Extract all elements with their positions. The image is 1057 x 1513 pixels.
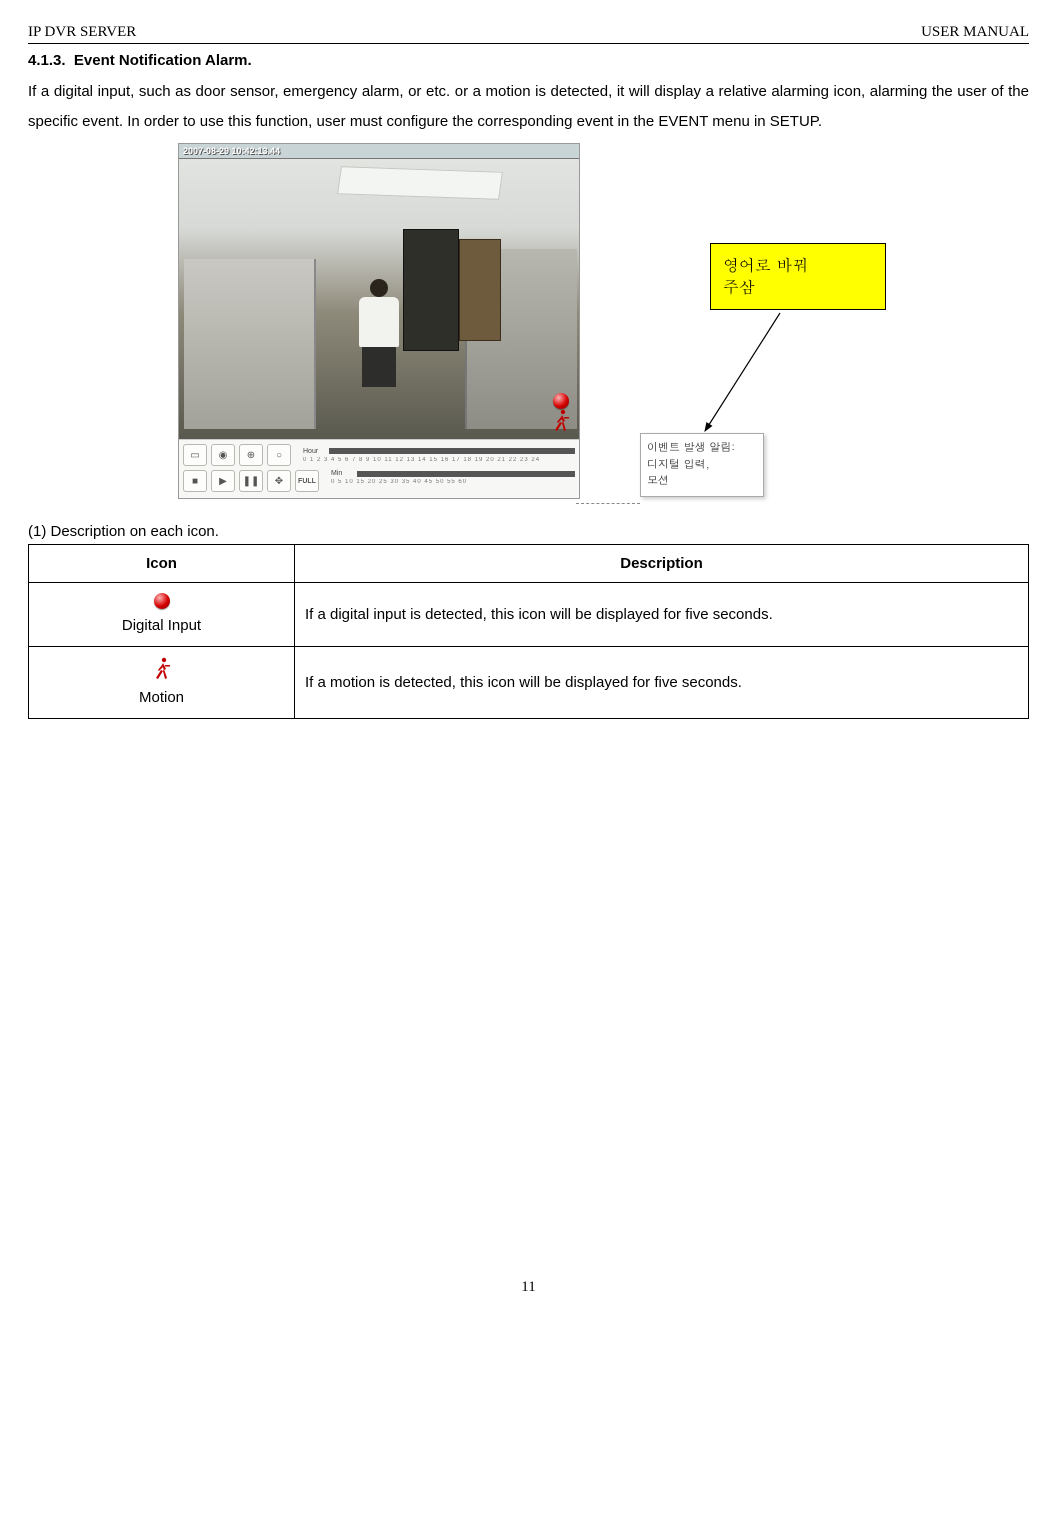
sticky-line2: 주삼 bbox=[723, 276, 873, 298]
tooltip-line2: 디지털 입력, bbox=[647, 457, 757, 474]
tooltip-line3: 모션 bbox=[647, 473, 757, 490]
tooltip-line1: 이벤트 발생 알림: bbox=[647, 440, 757, 457]
desc-cell: If a digital input is detected, this ico… bbox=[295, 583, 1029, 647]
section-title: Event Notification Alarm. bbox=[74, 52, 252, 69]
camera-icon[interactable]: ▭ bbox=[183, 444, 207, 466]
arrow-line bbox=[650, 303, 810, 443]
icon-cell-motion: Motion bbox=[29, 647, 295, 719]
header-right: USER MANUAL bbox=[921, 24, 1029, 41]
min-ticks: 0 5 10 15 20 25 30 35 40 45 50 55 60 bbox=[331, 479, 575, 485]
min-label: Min bbox=[331, 470, 353, 477]
motion-icon bbox=[551, 409, 571, 433]
full-button[interactable]: FULL bbox=[295, 470, 319, 492]
section-heading: 4.1.3. Event Notification Alarm. bbox=[28, 52, 1029, 69]
th-icon: Icon bbox=[29, 545, 295, 583]
pause-icon[interactable]: ❚❚ bbox=[239, 470, 263, 492]
stop-icon[interactable]: ■ bbox=[183, 470, 207, 492]
table-row: Digital Input If a digital input is dete… bbox=[29, 583, 1029, 647]
page-number: 11 bbox=[28, 1279, 1029, 1296]
sticky-note: 영어로 바꿔 주삼 bbox=[710, 243, 886, 310]
globe-icon[interactable]: ⊕ bbox=[239, 444, 263, 466]
control-row-2: ■ ▶ ❚❚ ✥ FULL Min 0 5 10 15 20 25 30 35 … bbox=[179, 468, 579, 498]
subheading: (1) Description on each icon. bbox=[28, 523, 1029, 540]
intro-paragraph: If a digital input, such as door sensor,… bbox=[28, 77, 1029, 137]
cctv-view bbox=[179, 159, 579, 439]
door-wood bbox=[459, 239, 501, 341]
page-header: IP DVR SERVER USER MANUAL bbox=[28, 24, 1029, 44]
icon-label: Motion bbox=[139, 689, 184, 706]
icon-description-table: Icon Description Digital Input If a digi… bbox=[28, 544, 1029, 719]
icon-cell-digital-input: Digital Input bbox=[29, 583, 295, 647]
mic-icon[interactable]: ◉ bbox=[211, 444, 235, 466]
door-dark bbox=[403, 229, 459, 351]
min-scale: Min 0 5 10 15 20 25 30 35 40 45 50 55 60 bbox=[323, 470, 575, 492]
dvr-screenshot: 2007-08-29 10:42:13.44 ▭ ◉ ⊕ ○ bbox=[178, 143, 580, 499]
table-row: Motion If a motion is detected, this ico… bbox=[29, 647, 1029, 719]
circle-icon[interactable]: ○ bbox=[267, 444, 291, 466]
section-number: 4.1.3. bbox=[28, 52, 66, 69]
partition-left bbox=[184, 259, 316, 429]
control-row-1: ▭ ◉ ⊕ ○ Hour 0 1 2 3 4 5 6 7 8 9 10 11 1… bbox=[179, 439, 579, 468]
hour-bar[interactable] bbox=[329, 448, 575, 454]
tooltip-box: 이벤트 발생 알림: 디지털 입력, 모션 bbox=[640, 433, 764, 497]
header-left: IP DVR SERVER bbox=[28, 24, 136, 41]
figure-row: 2007-08-29 10:42:13.44 ▭ ◉ ⊕ ○ bbox=[28, 143, 1029, 499]
alarm-overlay bbox=[551, 393, 571, 433]
min-bar[interactable] bbox=[357, 471, 575, 477]
hour-ticks: 0 1 2 3 4 5 6 7 8 9 10 11 12 13 14 15 16… bbox=[303, 457, 575, 463]
dotted-leader bbox=[576, 503, 640, 504]
ceiling-light bbox=[337, 166, 503, 200]
digital-input-icon bbox=[553, 393, 569, 409]
icon-label: Digital Input bbox=[122, 617, 201, 634]
play-icon[interactable]: ▶ bbox=[211, 470, 235, 492]
motion-icon bbox=[152, 657, 172, 681]
hour-scale: Hour 0 1 2 3 4 5 6 7 8 9 10 11 12 13 14 … bbox=[295, 448, 575, 463]
hour-label: Hour bbox=[303, 448, 325, 455]
digital-input-icon bbox=[154, 593, 170, 609]
person-walking bbox=[355, 279, 403, 389]
timestamp-overlay: 2007-08-29 10:42:13.44 bbox=[179, 144, 579, 159]
desc-cell: If a motion is detected, this icon will … bbox=[295, 647, 1029, 719]
th-desc: Description bbox=[295, 545, 1029, 583]
sticky-line1: 영어로 바꿔 bbox=[723, 254, 873, 276]
move-icon[interactable]: ✥ bbox=[267, 470, 291, 492]
